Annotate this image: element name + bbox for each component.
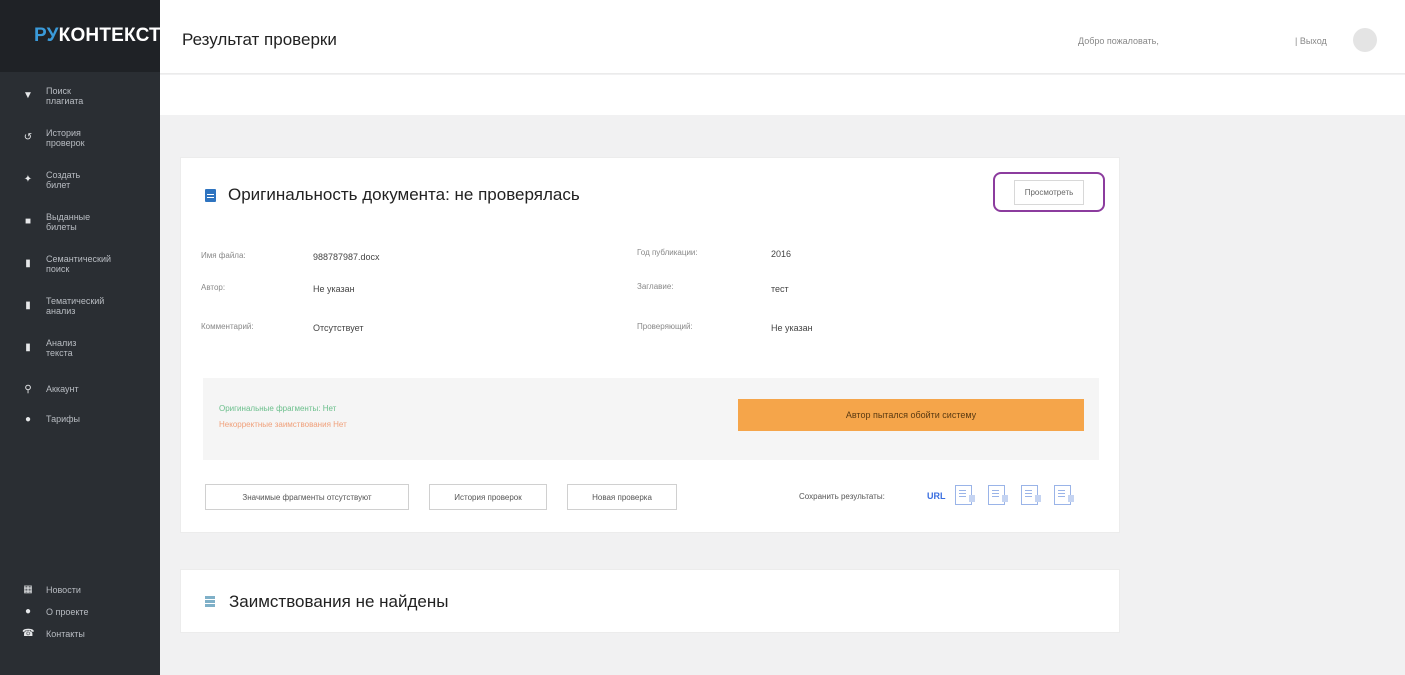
sidebar-item-check-history[interactable]: ↺ История проверок xyxy=(0,124,160,166)
file-export-icon[interactable] xyxy=(955,485,975,505)
phone-icon: ☎ xyxy=(22,628,35,639)
welcome-text: Добро пожаловать, xyxy=(1078,36,1159,46)
document-icon: ▮ xyxy=(25,300,31,311)
file-export-icon[interactable] xyxy=(1021,485,1041,505)
originality-panel: Оригинальные фрагменты: Нет Некорректные… xyxy=(203,378,1099,460)
reviewer-value: Не указан xyxy=(771,323,813,333)
sidebar-item-label: Анализ текста xyxy=(46,338,77,358)
sidebar-item-semantic-search[interactable]: ▮ Семантический поиск xyxy=(0,250,160,292)
incorrect-borrowings-text: Некорректные заимствования Нет xyxy=(219,420,347,429)
significant-fragments-button[interactable]: Значимые фрагменты отсутствуют xyxy=(205,484,409,510)
circle-icon: ● xyxy=(24,414,32,425)
logo-text: КОНТЕКСТ xyxy=(58,25,161,46)
originality-title-text: Оригинальность документа: не проверялась xyxy=(228,185,580,204)
sidebar-item-contacts[interactable]: ☎ Контакты xyxy=(0,626,160,648)
save-url-link[interactable]: URL xyxy=(927,491,946,501)
sidebar-item-label: Тарифы xyxy=(46,414,81,424)
sidebar-bottom-nav: ▦ Новости ● О проекте ☎ Контакты xyxy=(0,582,160,648)
publication-year-label: Год публикации: xyxy=(637,248,698,257)
pin-icon: ✦ xyxy=(23,174,33,185)
sidebar-item-about[interactable]: ● О проекте xyxy=(0,604,160,626)
check-history-button[interactable]: История проверок xyxy=(429,484,547,510)
sub-header-bar xyxy=(160,75,1405,115)
sidebar-item-thematic-analysis[interactable]: ▮ Тематический анализ xyxy=(0,292,160,334)
sidebar-item-label: Создать билет xyxy=(46,170,81,190)
publication-year-value: 2016 xyxy=(771,249,792,259)
sidebar-item-text-analysis[interactable]: ▮ Анализ текста xyxy=(0,334,160,376)
document-icon: ▮ xyxy=(25,342,31,353)
view-button-label: Просмотреть xyxy=(1013,179,1085,205)
user-icon: ⚲ xyxy=(24,384,32,395)
sidebar-item-account[interactable]: ⚲ Аккаунт xyxy=(0,376,160,406)
originality-card: Оригинальность документа: не проверялась… xyxy=(180,157,1120,533)
logout-link[interactable]: | Выход xyxy=(1295,36,1327,46)
sidebar-item-tariffs[interactable]: ● Тарифы xyxy=(0,406,160,436)
sidebar: РУ КОНТЕКСТ ▼ Поиск плагиата ↺ История пров… xyxy=(0,0,161,675)
info-icon: ● xyxy=(24,606,32,617)
comment-value: Отсутствует xyxy=(313,323,364,333)
page-title: Результат проверки xyxy=(182,30,337,49)
new-check-button[interactable]: Новая проверка xyxy=(567,484,677,510)
sidebar-item-label: Выданные билеты xyxy=(46,212,91,232)
folder-icon: ■ xyxy=(24,216,32,227)
comment-label: Комментарий: xyxy=(201,322,254,331)
sidebar-item-label: Поиск плагиата xyxy=(46,86,84,106)
top-bar: Результат проверки Добро пожаловать, | В… xyxy=(160,0,1405,74)
author-label: Автор: xyxy=(201,283,226,292)
title-label: Заглавие: xyxy=(637,282,674,291)
sidebar-nav: ▼ Поиск плагиата ↺ История проверок ✦ Созд… xyxy=(0,82,160,436)
file-name-label: Имя файла: xyxy=(201,251,246,260)
document-icon xyxy=(205,188,216,202)
borrowings-title: Заимствования не найдены xyxy=(205,592,448,612)
sidebar-item-label: О проекте xyxy=(46,607,89,617)
sidebar-item-label: Контакты xyxy=(46,629,85,639)
document-icon: ▮ xyxy=(25,258,31,269)
sidebar-item-issued-tickets[interactable]: ■ Выданные билеты xyxy=(0,208,160,250)
sidebar-item-plagiarism-search[interactable]: ▼ Поиск плагиата xyxy=(0,82,160,124)
sidebar-item-label: Тематический анализ xyxy=(46,296,105,316)
file-name-value: 988787987.docx xyxy=(313,252,380,262)
original-fragments-text: Оригинальные фрагменты: Нет xyxy=(219,404,337,413)
sidebar-item-news[interactable]: ▦ Новости xyxy=(0,582,160,604)
bypass-alert-button[interactable]: Автор пытался обойти систему xyxy=(738,399,1084,431)
shield-icon: ▼ xyxy=(23,90,33,101)
view-button[interactable]: Просмотреть xyxy=(993,172,1105,212)
sidebar-item-label: Аккаунт xyxy=(46,384,79,394)
sidebar-item-label: Семантический поиск xyxy=(46,254,112,274)
originality-title: Оригинальность документа: не проверялась xyxy=(205,185,580,205)
stack-icon xyxy=(205,596,215,608)
save-results-label: Сохранить результаты: xyxy=(799,492,885,501)
sidebar-item-label: Новости xyxy=(46,585,81,595)
title-value: тест xyxy=(771,284,789,294)
borrowings-title-text: Заимствования не найдены xyxy=(229,592,449,611)
sidebar-item-label: История проверок xyxy=(46,128,85,148)
avatar[interactable] xyxy=(1353,28,1377,52)
author-value: Не указан xyxy=(313,284,355,294)
news-icon: ▦ xyxy=(23,584,33,595)
borrowings-card: Заимствования не найдены xyxy=(180,569,1120,633)
sidebar-item-create-ticket[interactable]: ✦ Создать билет xyxy=(0,166,160,208)
logo[interactable]: РУ КОНТЕКСТ xyxy=(0,0,161,72)
file-export-icon[interactable] xyxy=(988,485,1008,505)
history-icon: ↺ xyxy=(23,132,33,143)
logo-ru: РУ xyxy=(34,25,59,46)
file-export-icon[interactable] xyxy=(1054,485,1074,505)
reviewer-label: Проверяющий: xyxy=(637,322,693,331)
